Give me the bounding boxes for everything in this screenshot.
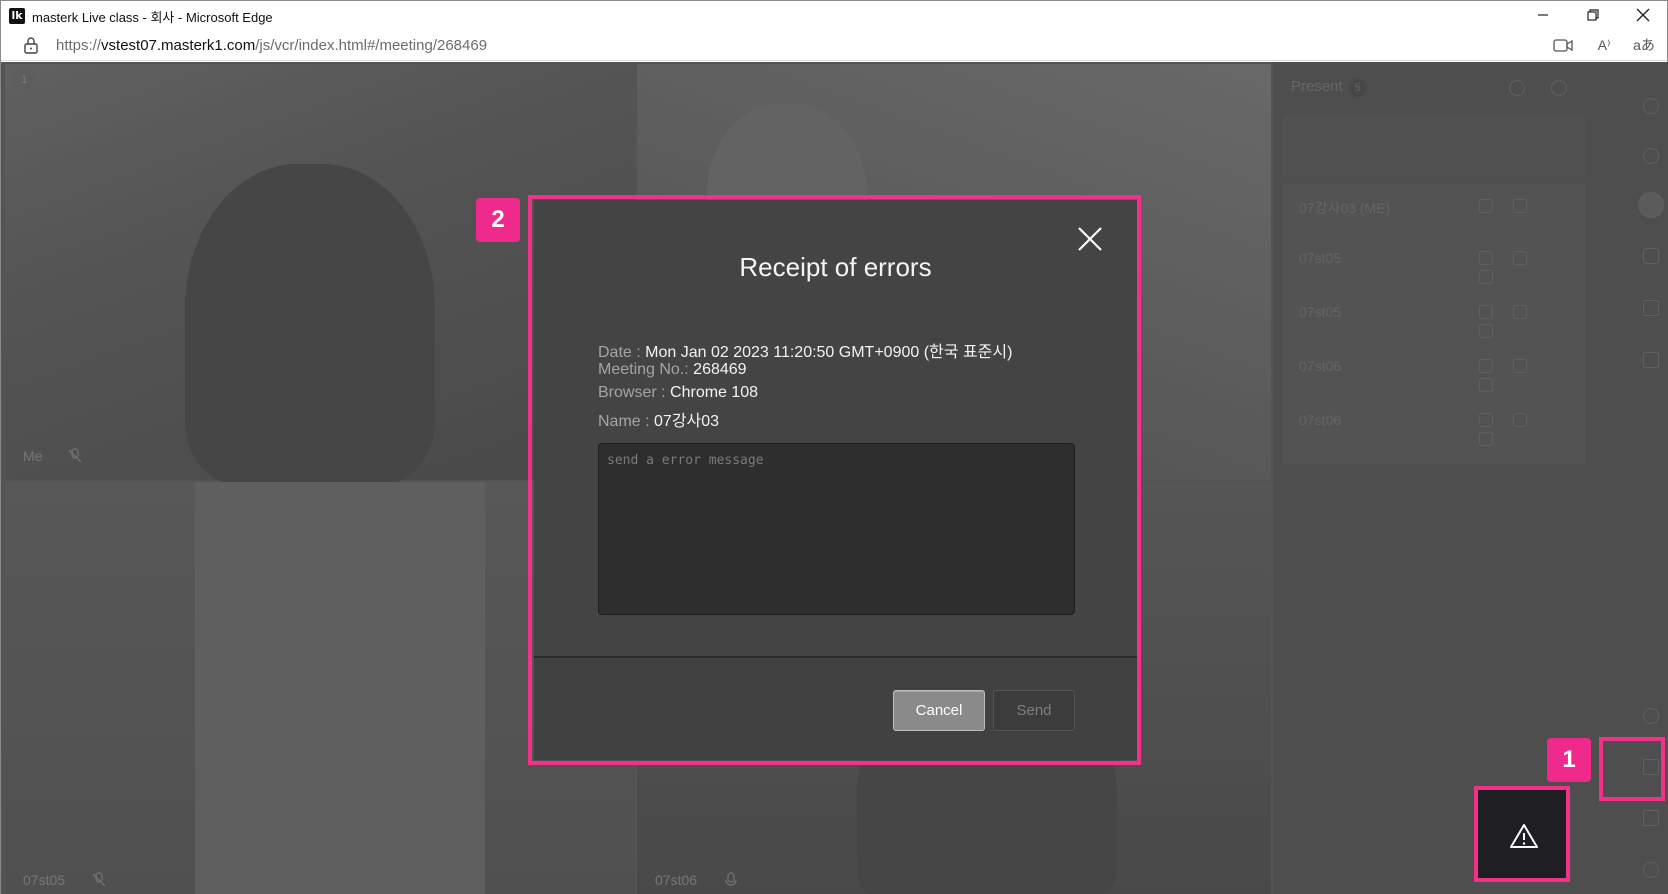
callout-badge-2: 2 [476,198,520,242]
minimize-icon[interactable] [1533,5,1553,25]
warning-icon [1510,824,1538,848]
restore-icon[interactable] [1583,5,1603,25]
warning-tooltip [1474,786,1570,882]
callout-badge-1: 1 [1547,738,1591,782]
translate-icon[interactable]: aあ [1633,35,1655,55]
browser-window: lk masterk Live class - 회사 - Microsoft E… [0,0,1668,894]
video-camera-icon[interactable] [1552,35,1574,55]
lock-icon[interactable] [23,36,39,58]
url-path: /js/vcr/index.html#/meeting/268469 [255,37,488,54]
window-title: masterk Live class - 회사 - Microsoft Edge [32,10,273,25]
app-logo-icon: lk [9,8,25,24]
dialog-highlight-box [528,195,1141,765]
address-bar[interactable]: https://vstest07.masterk1.com/js/vcr/ind… [1,29,1667,61]
read-aloud-icon[interactable]: A⁾ [1593,35,1615,55]
warning-button-highlight-box [1599,737,1665,801]
url-host: vstest07.masterk1.com [101,37,256,54]
url-text[interactable]: https://vstest07.masterk1.com/js/vcr/ind… [56,37,487,54]
url-prefix: https:// [56,37,102,54]
title-bar: lk masterk Live class - 회사 - Microsoft E… [1,1,1667,29]
close-window-icon[interactable] [1633,5,1653,25]
